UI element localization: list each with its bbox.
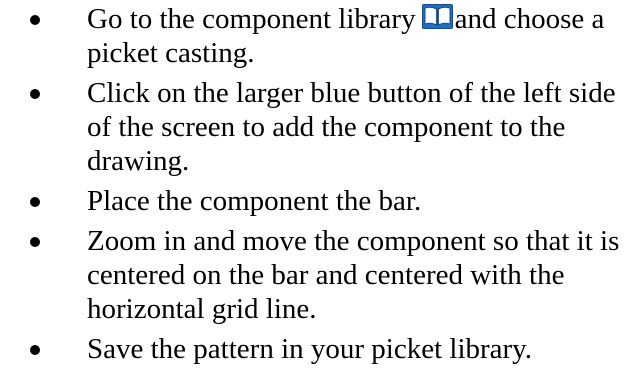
instruction-list: Go to the component library and choose a… — [0, 2, 639, 372]
book-icon — [421, 4, 453, 29]
bullet-icon — [30, 197, 40, 207]
list-item: Go to the component library and choose a… — [0, 2, 639, 70]
bullet-icon — [30, 89, 40, 99]
step-text-before-icon: Go to the component library — [87, 3, 416, 35]
step-text: Zoom in and move the component so that i… — [87, 225, 620, 325]
list-item: Place the component the bar. — [0, 184, 639, 218]
list-item: Zoom in and move the component so that i… — [0, 224, 639, 326]
list-item: Save the pattern in your picket library. — [0, 332, 639, 366]
bullet-icon — [30, 15, 40, 25]
step-text: Save the pattern in your picket library. — [87, 333, 533, 365]
bullet-icon — [30, 345, 40, 355]
step-text: Place the component the bar. — [87, 185, 422, 217]
list-item: Click on the larger blue button of the l… — [0, 76, 639, 178]
step-text: Click on the larger blue button of the l… — [87, 77, 616, 177]
bullet-icon — [30, 237, 40, 247]
